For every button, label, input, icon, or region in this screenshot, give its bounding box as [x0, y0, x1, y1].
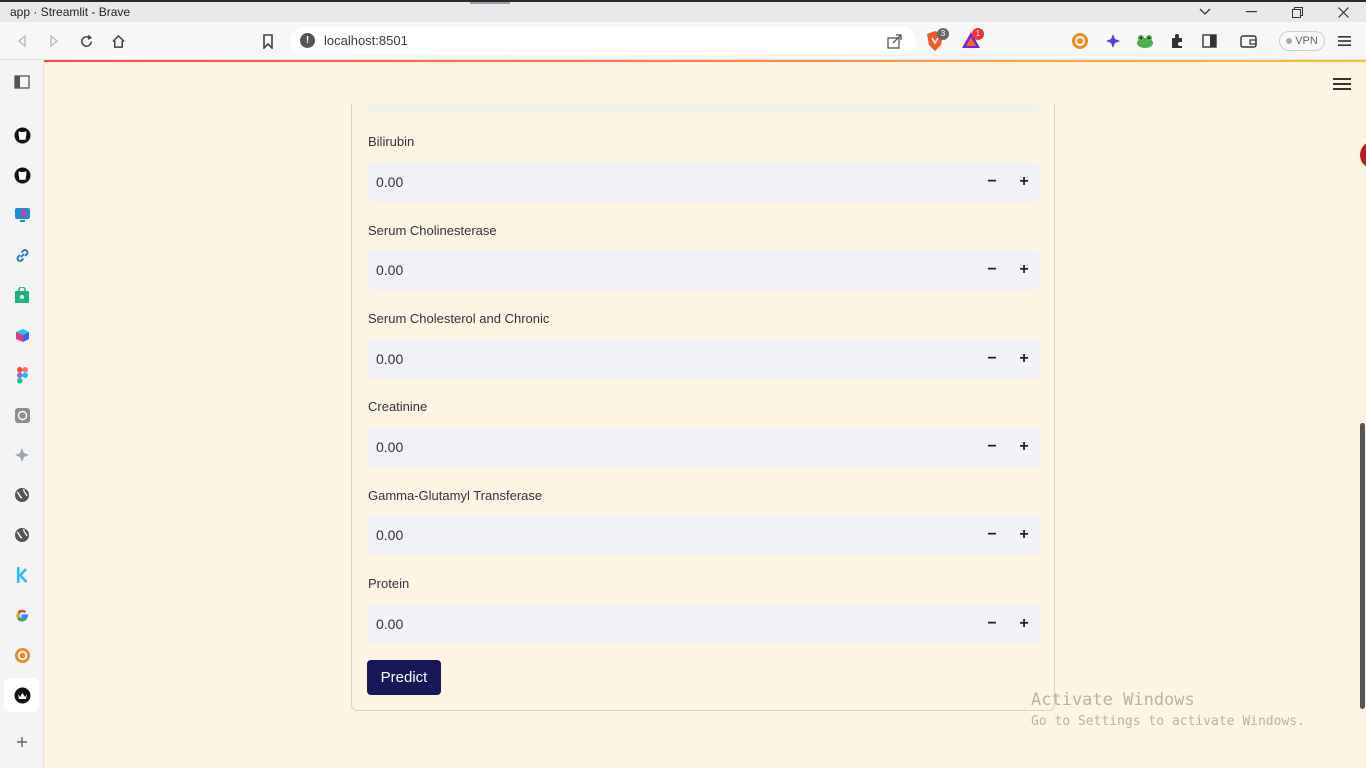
serum-cholesterol-label: Serum Cholesterol and Chronic: [368, 311, 550, 326]
reload-icon[interactable]: [75, 30, 97, 52]
creatinine-value[interactable]: [367, 427, 967, 467]
teams-app-icon[interactable]: [12, 205, 32, 225]
ai-sparkle-extension-icon[interactable]: [1102, 30, 1124, 52]
serum-cholesterol-input[interactable]: − +: [367, 339, 1040, 379]
increment-button[interactable]: +: [1008, 431, 1040, 463]
wallet-icon[interactable]: [1237, 30, 1259, 52]
gamma-glutamyl-transferase-value[interactable]: [367, 515, 967, 555]
close-window-button[interactable]: [1320, 2, 1366, 22]
minimize-button[interactable]: [1228, 2, 1274, 22]
kaggle-icon[interactable]: [12, 565, 32, 585]
site-info-icon[interactable]: !: [300, 33, 315, 48]
main-menu-icon[interactable]: [1333, 30, 1355, 52]
tab-search-icon[interactable]: [1182, 2, 1228, 22]
protein-value[interactable]: [367, 604, 967, 644]
link-icon[interactable]: [12, 245, 32, 265]
bilirubin-input[interactable]: − +: [367, 162, 1040, 202]
protein-input[interactable]: − +: [367, 604, 1040, 644]
vpn-status-icon: [1286, 38, 1293, 44]
openai-icon[interactable]: [12, 405, 32, 425]
increment-button[interactable]: +: [1008, 343, 1040, 375]
restore-button[interactable]: [1274, 2, 1320, 22]
url-text[interactable]: localhost:8501: [324, 33, 408, 48]
vpn-label: VPN: [1295, 35, 1318, 47]
bilirubin-value[interactable]: [367, 162, 967, 202]
bilirubin-label: Bilirubin: [368, 134, 415, 149]
serum-cholinesterase-label: Serum Cholinesterase: [368, 223, 497, 238]
decrement-button[interactable]: −: [976, 166, 1008, 198]
sidebar-panel-icon[interactable]: [12, 72, 32, 92]
active-app-icon[interactable]: [12, 685, 32, 705]
serum-cholinesterase-value[interactable]: [367, 250, 967, 290]
figma-icon[interactable]: [12, 365, 32, 385]
brave-shields-icon[interactable]: 3: [925, 28, 949, 52]
shopping-bag-icon[interactable]: [12, 285, 32, 305]
globe-icon[interactable]: [12, 525, 32, 545]
decrement-button[interactable]: −: [976, 254, 1008, 286]
serum-cholesterol-value[interactable]: [367, 339, 967, 379]
duckduckgo-extension-icon[interactable]: [1069, 30, 1091, 52]
brave-rewards-icon[interactable]: 1: [960, 28, 984, 52]
increment-button[interactable]: +: [1008, 519, 1040, 551]
address-bar[interactable]: ! localhost:8501: [290, 27, 916, 55]
github-icon[interactable]: [12, 165, 32, 185]
shields-count-badge: 3: [937, 28, 949, 40]
github-icon[interactable]: [12, 125, 32, 145]
rewards-count-badge: 1: [972, 28, 984, 40]
streamlit-header-decoration: [44, 60, 1366, 62]
add-sidebar-item-icon[interactable]: [12, 732, 32, 752]
prediction-form: Bilirubin − + Serum Cholinesterase − + S…: [351, 104, 1055, 711]
window-title-bar: app · Streamlit - Brave: [0, 0, 1366, 22]
activate-windows-subtitle: Go to Settings to activate Windows.: [1031, 714, 1305, 729]
decrement-button[interactable]: −: [976, 608, 1008, 640]
gamma-glutamyl-transferase-label: Gamma-Glutamyl Transferase: [368, 488, 543, 503]
sidebar-toggle-icon[interactable]: [1198, 30, 1220, 52]
decrement-button[interactable]: −: [976, 519, 1008, 551]
increment-button[interactable]: +: [1008, 166, 1040, 198]
streamlit-menu-icon[interactable]: [1333, 78, 1351, 92]
predict-button[interactable]: Predict: [367, 660, 441, 695]
globe-icon[interactable]: [12, 485, 32, 505]
forward-icon[interactable]: [43, 30, 65, 52]
extensions-puzzle-icon[interactable]: [1166, 30, 1188, 52]
creatinine-label: Creatinine: [368, 399, 428, 414]
floating-widget-icon[interactable]: [1360, 141, 1366, 169]
share-icon[interactable]: [886, 32, 904, 50]
bookmark-icon[interactable]: [257, 30, 279, 52]
decrement-button[interactable]: −: [976, 343, 1008, 375]
page-scrollbar[interactable]: [1360, 423, 1365, 709]
serum-cholinesterase-input[interactable]: − +: [367, 250, 1040, 290]
creatinine-input[interactable]: − +: [367, 427, 1040, 467]
cube-app-icon[interactable]: [12, 325, 32, 345]
sparkle-icon[interactable]: [12, 445, 32, 465]
increment-button[interactable]: +: [1008, 254, 1040, 286]
activate-windows-title: Activate Windows: [1031, 690, 1195, 710]
browser-toolbar: ! localhost:8501 3 1 VPN: [0, 22, 1366, 60]
browser-sidebar: [0, 61, 44, 768]
previous-number-input[interactable]: [367, 104, 1040, 112]
frog-extension-icon[interactable]: [1134, 30, 1156, 52]
vpn-button[interactable]: VPN: [1279, 31, 1325, 51]
increment-button[interactable]: +: [1008, 608, 1040, 640]
gamma-glutamyl-transferase-input[interactable]: − +: [367, 515, 1040, 555]
window-title: app · Streamlit - Brave: [10, 5, 131, 19]
google-icon[interactable]: [12, 605, 32, 625]
duckduckgo-icon[interactable]: [12, 645, 32, 665]
decrement-button[interactable]: −: [976, 431, 1008, 463]
home-icon[interactable]: [107, 30, 129, 52]
protein-label: Protein: [368, 576, 410, 591]
back-icon[interactable]: [11, 30, 33, 52]
tab-strip-accent: [470, 2, 510, 4]
